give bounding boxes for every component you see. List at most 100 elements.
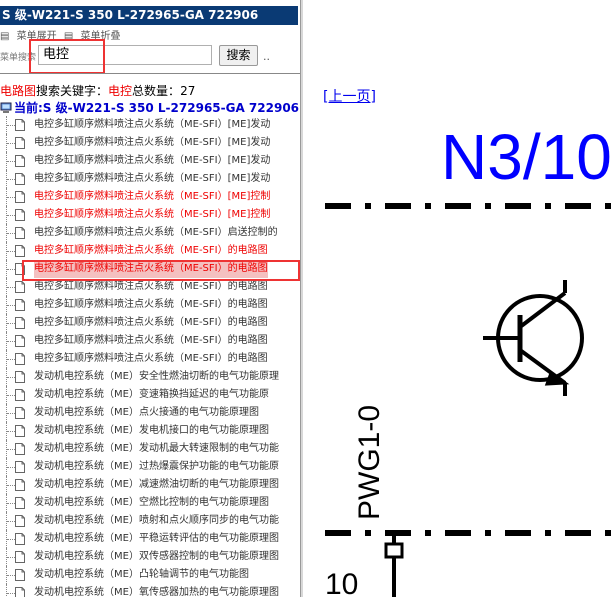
tree-item[interactable]: 电控多缸顺序燃料喷注点火系统（ME-SFI）的电路图 [0, 242, 300, 260]
tree-line [7, 269, 15, 270]
tree-item-label: 电控多缸顺序燃料喷注点火系统（ME-SFI）启送控制的 [34, 227, 278, 238]
document-icon [15, 461, 25, 473]
computer-icon [0, 102, 12, 113]
tree-item[interactable]: 电控多缸顺序燃料喷注点火系统（ME-SFI）[ME]控制 [0, 188, 300, 206]
tree-item-label: 电控多缸顺序燃料喷注点火系统（ME-SFI）的电路图 [34, 353, 268, 364]
tree-item-label: 发动机电控系统（ME）变速箱换挡延迟的电气功能原 [34, 389, 269, 400]
tree-item[interactable]: 发动机电控系统（ME）变速箱换挡延迟的电气功能原 [0, 386, 300, 404]
tree-line [7, 557, 15, 558]
tree-line [7, 485, 15, 486]
menu-collapse-button[interactable]: 菜单折叠 [80, 31, 120, 42]
tree-line [7, 143, 15, 144]
prev-page-link[interactable]: [上一页] [323, 86, 376, 106]
tree-item-label: 电控多缸顺序燃料喷注点火系统（ME-SFI）的电路图 [34, 260, 268, 278]
search-button[interactable]: 搜索 [219, 45, 258, 66]
document-icon [15, 353, 25, 365]
tree-line [7, 125, 15, 126]
tree-item[interactable]: 电控多缸顺序燃料喷注点火系统（ME-SFI）[ME]发动 [0, 116, 300, 134]
document-icon [15, 317, 25, 329]
tree-item[interactable]: 电控多缸顺序燃料喷注点火系统（ME-SFI）的电路图 [0, 260, 300, 278]
document-icon [15, 137, 25, 149]
document-icon [15, 587, 25, 597]
tree-item[interactable]: 电控多缸顺序燃料喷注点火系统（ME-SFI）[ME]发动 [0, 134, 300, 152]
tree-item-label: 发动机电控系统（ME）平稳运转评估的电气功能原理图 [34, 533, 279, 544]
divider [0, 73, 300, 74]
summary-category: 电路图 [0, 84, 37, 98]
tree-item-label: 发动机电控系统（ME）氧传感器加热的电气功能原理图 [34, 587, 279, 597]
tree-item[interactable]: 电控多缸顺序燃料喷注点火系统（ME-SFI）的电路图 [0, 296, 300, 314]
tree-item-label: 电控多缸顺序燃料喷注点火系统（ME-SFI）的电路图 [34, 245, 268, 256]
tree-line [7, 215, 15, 216]
tree-item[interactable]: 发动机电控系统（ME）过热爆震保护功能的电气功能原 [0, 458, 300, 476]
tree-item[interactable]: 发动机电控系统（ME）点火接通的电气功能原理图 [0, 404, 300, 422]
tree-item-label: 发动机电控系统（ME）喷射和点火顺序同步的电气功能 [34, 515, 279, 526]
current-node[interactable]: 当前:S 级-W221-S 350 L-272965-GA 722906 [0, 99, 299, 116]
document-icon [15, 551, 25, 563]
tree-item-label: 发动机电控系统（ME）双传感器控制的电气功能原理图 [34, 551, 279, 562]
tree-item-label: 电控多缸顺序燃料喷注点火系统（ME-SFI）的电路图 [34, 281, 268, 292]
document-icon [15, 407, 25, 419]
tree-line [7, 341, 15, 342]
search-input[interactable]: 电控 [38, 45, 212, 65]
document-icon [15, 371, 25, 383]
tree-item-label: 发动机电控系统（ME）发动机最大转速限制的电气功能 [34, 443, 279, 454]
tree-item-label: 电控多缸顺序燃料喷注点火系统（ME-SFI）的电路图 [34, 335, 268, 346]
tree-item[interactable]: 发动机电控系统（ME）双传感器控制的电气功能原理图 [0, 548, 300, 566]
tree-item[interactable]: 发动机电控系统（ME）空燃比控制的电气功能原理图 [0, 494, 300, 512]
document-icon [15, 569, 25, 581]
search-label: 菜单搜索 [0, 53, 37, 63]
diagram-view: [上一页] N3/10 PWG1-0 10 [303, 0, 611, 597]
tree-item[interactable]: 发动机电控系统（ME）发电机接口的电气功能原理图 [0, 422, 300, 440]
tree-item-label: 电控多缸顺序燃料喷注点火系统（ME-SFI）[ME]发动 [34, 155, 271, 166]
tree-line [7, 179, 15, 180]
document-icon [15, 155, 25, 167]
document-icon [15, 281, 25, 293]
tree-item[interactable]: 发动机电控系统（ME）安全性燃油切断的电气功能原理 [0, 368, 300, 386]
menu-expand-button[interactable]: 菜单展开 [17, 31, 57, 42]
tree-line [7, 233, 15, 234]
tree-line [7, 197, 15, 198]
tree-item-label: 发动机电控系统（ME）过热爆震保护功能的电气功能原 [34, 461, 279, 472]
tree-item[interactable]: 发动机电控系统（ME）减速燃油切断的电气功能原理图 [0, 476, 300, 494]
tree-line [7, 521, 15, 522]
tree-item[interactable]: 电控多缸顺序燃料喷注点火系统（ME-SFI）的电路图 [0, 332, 300, 350]
tree-item[interactable]: 电控多缸顺序燃料喷注点火系统（ME-SFI）的电路图 [0, 314, 300, 332]
tree-item[interactable]: 发动机电控系统（ME）发动机最大转速限制的电气功能 [0, 440, 300, 458]
tree-line [7, 431, 15, 432]
tree-item-label: 发动机电控系统（ME）空燃比控制的电气功能原理图 [34, 497, 269, 508]
collapse-icon[interactable]: ▤ [64, 31, 73, 42]
tree-item-label: 电控多缸顺序燃料喷注点火系统（ME-SFI）[ME]发动 [34, 119, 271, 130]
pin-number: 10 [325, 568, 359, 597]
tree-line [7, 287, 15, 288]
tree-item[interactable]: 发动机电控系统（ME）喷射和点火顺序同步的电气功能 [0, 512, 300, 530]
tree-item-label: 电控多缸顺序燃料喷注点火系统（ME-SFI）的电路图 [34, 317, 268, 328]
tree-item[interactable]: 电控多缸顺序燃料喷注点火系统（ME-SFI）的电路图 [0, 350, 300, 368]
tree-item[interactable]: 发动机电控系统（ME）平稳运转评估的电气功能原理图 [0, 530, 300, 548]
document-icon [15, 497, 25, 509]
document-icon [15, 479, 25, 491]
tree-item[interactable]: 发动机电控系统（ME）氧传感器加热的电气功能原理图 [0, 584, 300, 597]
more-link[interactable]: .. [263, 50, 270, 63]
expand-icon[interactable]: ▤ [0, 31, 9, 42]
tree-item[interactable]: 电控多缸顺序燃料喷注点火系统（ME-SFI）[ME]控制 [0, 206, 300, 224]
document-icon [15, 335, 25, 347]
tree-line [7, 449, 15, 450]
document-icon [15, 443, 25, 455]
tree-item-label: 发动机电控系统（ME）安全性燃油切断的电气功能原理 [34, 371, 279, 382]
current-node-label: 当前:S 级-W221-S 350 L-272965-GA 722906 [14, 101, 300, 115]
tree-item[interactable]: 电控多缸顺序燃料喷注点火系统（ME-SFI）启送控制的 [0, 224, 300, 242]
tree-item[interactable]: 电控多缸顺序燃料喷注点火系统（ME-SFI）[ME]发动 [0, 152, 300, 170]
tree-item[interactable]: 电控多缸顺序燃料喷注点火系统（ME-SFI）[ME]发动 [0, 170, 300, 188]
signal-label: PWG1-0 [353, 370, 393, 530]
tree-item[interactable]: 发动机电控系统（ME）凸轮轴调节的电气功能图 [0, 566, 300, 584]
tree-item-label: 电控多缸顺序燃料喷注点火系统（ME-SFI）[ME]发动 [34, 137, 271, 148]
tree-line [7, 413, 15, 414]
tree-item[interactable]: 电控多缸顺序燃料喷注点火系统（ME-SFI）的电路图 [0, 278, 300, 296]
tree-item-label: 电控多缸顺序燃料喷注点火系统（ME-SFI）的电路图 [34, 299, 268, 310]
tree-line [7, 539, 15, 540]
document-icon [15, 245, 25, 257]
document-icon [15, 515, 25, 527]
tree-line [7, 323, 15, 324]
document-icon [15, 263, 25, 275]
component-title: N3/10 [441, 121, 611, 193]
